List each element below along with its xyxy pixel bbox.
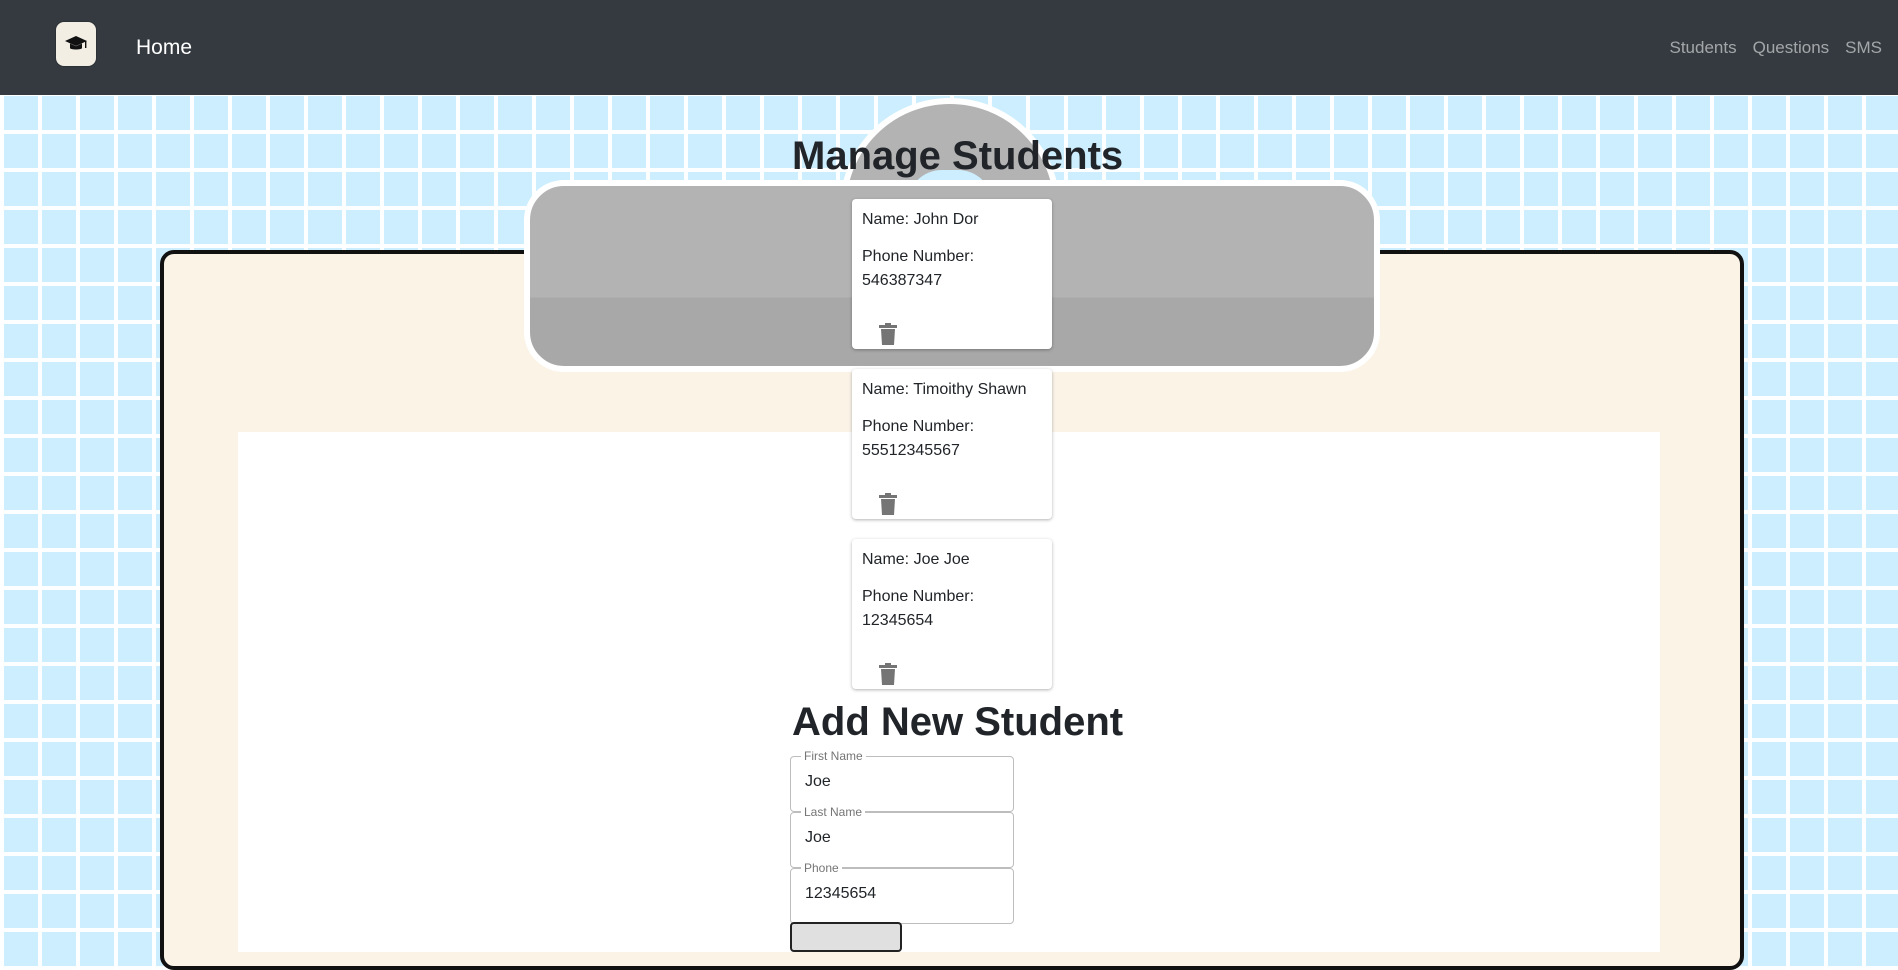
- student-card: Name: John Dor Phone Number: 546387347: [852, 199, 1052, 349]
- delete-trash-icon[interactable]: [878, 493, 898, 515]
- phone-label: Phone: [801, 861, 842, 875]
- last-name-label: Last Name: [801, 805, 866, 819]
- nav-links: Students Questions SMS: [1670, 38, 1883, 58]
- student-phone: 55512345567: [862, 442, 960, 459]
- student-phone-label: Phone Number:: [862, 588, 975, 605]
- first-name-field: First Name: [790, 749, 1014, 812]
- phone-input[interactable]: [805, 885, 995, 903]
- last-name-field: Last Name: [790, 805, 1014, 868]
- nav-link-sms[interactable]: SMS: [1845, 38, 1882, 58]
- phone-field: Phone: [790, 861, 1014, 924]
- student-phone: 12345654: [862, 612, 934, 629]
- student-name: Name: Timoithy Shawn: [862, 381, 1027, 398]
- brand-logo[interactable]: [56, 22, 96, 66]
- student-phone-label: Phone Number:: [862, 418, 975, 435]
- first-name-label: First Name: [801, 749, 866, 763]
- graduation-cap-icon: [65, 36, 87, 50]
- student-name: Name: Joe Joe: [862, 551, 970, 568]
- delete-trash-icon[interactable]: [878, 663, 898, 685]
- add-student-title: Add New Student: [792, 700, 1124, 744]
- student-card: Name: Joe Joe Phone Number: 12345654: [852, 539, 1052, 689]
- page-title: Manage Students: [792, 134, 1124, 178]
- student-card: Name: Timoithy Shawn Phone Number: 55512…: [852, 369, 1052, 519]
- nav-home-link[interactable]: Home: [136, 36, 192, 60]
- last-name-input[interactable]: [805, 829, 995, 847]
- first-name-input[interactable]: [805, 773, 995, 791]
- student-name: Name: John Dor: [862, 211, 979, 228]
- submit-button[interactable]: [790, 922, 902, 952]
- nav-link-questions[interactable]: Questions: [1753, 38, 1830, 58]
- student-phone-label: Phone Number:: [862, 248, 975, 265]
- student-phone: 546387347: [862, 272, 943, 289]
- delete-trash-icon[interactable]: [878, 323, 898, 345]
- nav-link-students[interactable]: Students: [1670, 38, 1737, 58]
- navbar: Home Students Questions SMS: [0, 0, 1898, 95]
